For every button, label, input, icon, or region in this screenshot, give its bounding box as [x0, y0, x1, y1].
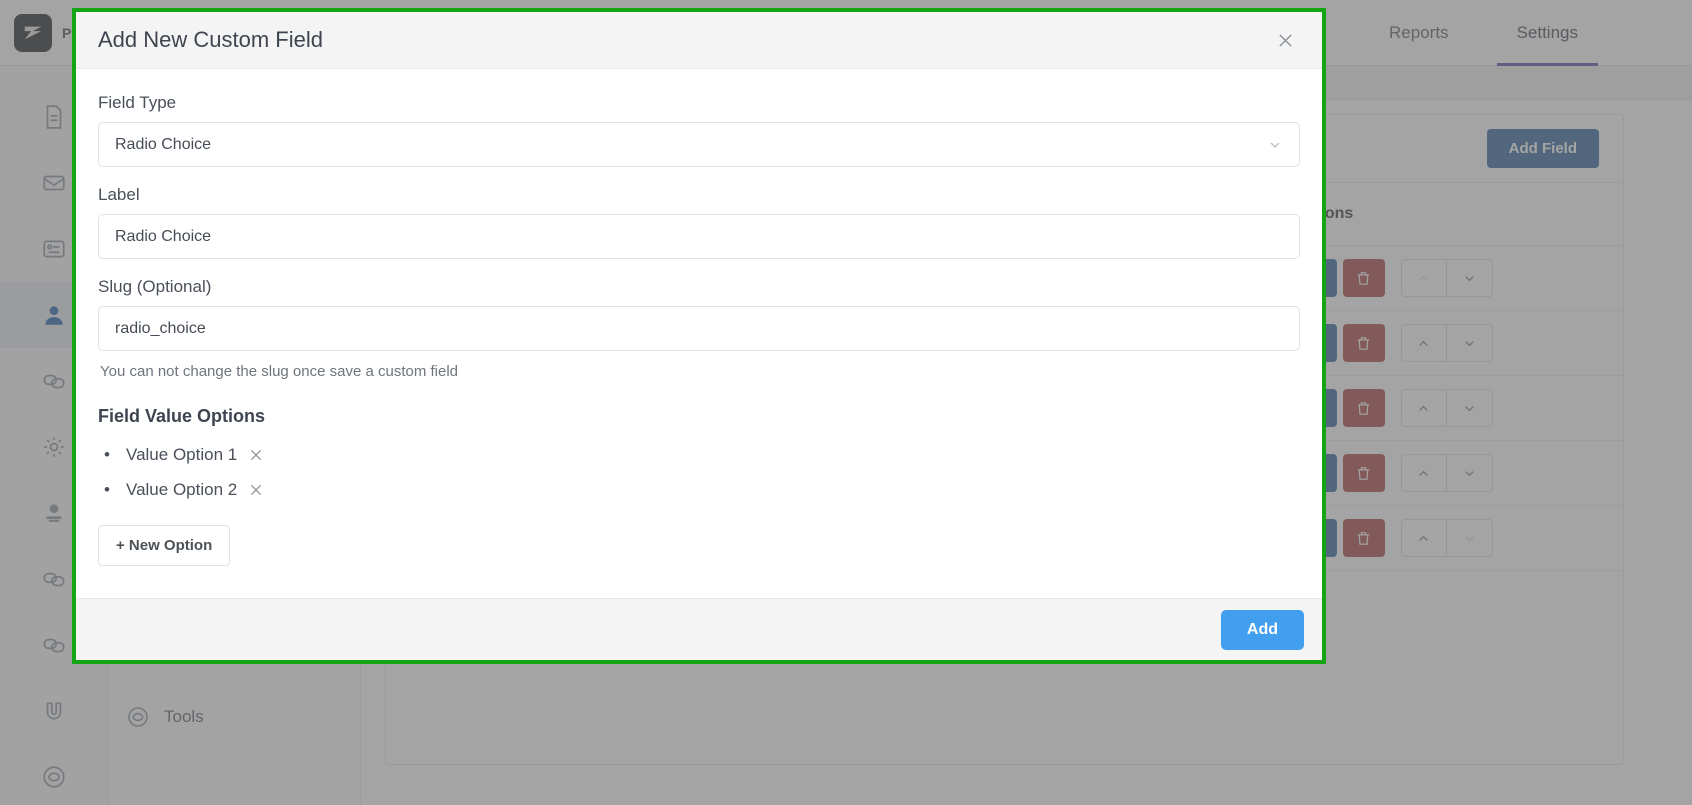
new-option-button[interactable]: + New Option — [98, 525, 231, 566]
value-option-item: Value Option 2 — [104, 472, 1300, 507]
field-type-label: Field Type — [98, 93, 177, 112]
slug-input-wrap[interactable]: radio_choice — [98, 306, 1300, 351]
modal-footer: Add — [76, 598, 1322, 660]
modal-header: Add New Custom Field — [76, 12, 1322, 69]
label-input-value: Radio Choice — [115, 227, 212, 245]
app-root: Pr Reports Settings — [0, 0, 1692, 805]
close-icon[interactable] — [1270, 25, 1300, 55]
modal-body: Field Type Radio Choice Label Radio Choi… — [76, 69, 1322, 618]
field-type-select[interactable]: Radio Choice — [98, 122, 1300, 167]
modal-title: Add New Custom Field — [98, 27, 323, 52]
close-icon[interactable] — [249, 448, 263, 462]
slug-field-label: Slug (Optional) — [98, 277, 212, 296]
slug-helper-text: You can not change the slug once save a … — [100, 363, 459, 380]
value-option-label: Value Option 2 — [126, 479, 238, 499]
chevron-down-icon — [1267, 137, 1283, 153]
label-field-label: Label — [98, 185, 140, 204]
value-option-item: Value Option 1 — [104, 437, 1300, 472]
label-input-wrap[interactable]: Radio Choice — [98, 214, 1300, 259]
field-value-options-list: Value Option 1 Value Option 2 — [104, 437, 1300, 507]
add-custom-field-modal: Add New Custom Field Field Type Radio Ch… — [72, 8, 1326, 664]
value-option-label: Value Option 1 — [126, 444, 238, 464]
submit-add-button[interactable]: Add — [1220, 609, 1304, 650]
slug-input-value: radio_choice — [115, 319, 206, 337]
close-icon[interactable] — [249, 483, 263, 497]
field-type-value: Radio Choice — [115, 135, 212, 153]
field-value-options-title: Field Value Options — [98, 406, 266, 426]
